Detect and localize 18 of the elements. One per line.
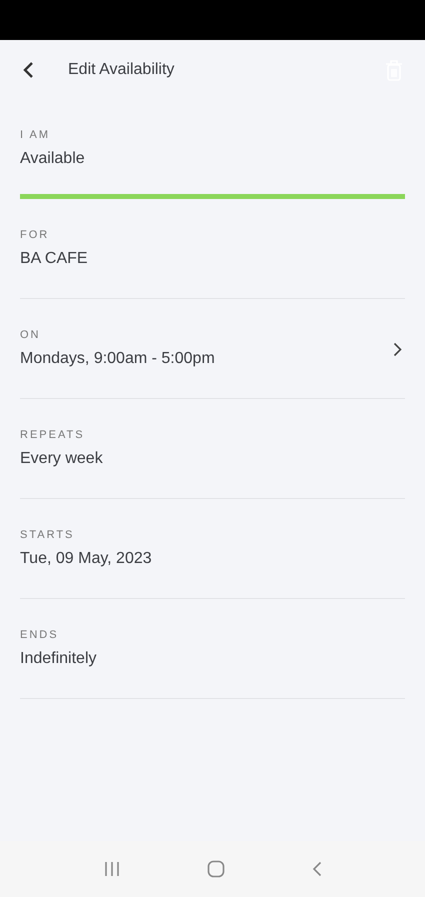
field-label: ON — [20, 329, 42, 341]
recent-apps-icon[interactable] — [103, 861, 122, 877]
field-label: ENDS — [20, 629, 60, 641]
field-label: FOR — [20, 229, 50, 241]
field-value: Indefinitely — [20, 650, 98, 668]
page-title: Edit Availability — [68, 61, 176, 79]
field-link[interactable]: ON Mondays, 9:00am - 5:00pm — [20, 299, 405, 399]
field-value: Mondays, 9:00am - 5:00pm — [20, 350, 216, 368]
field-label: STARTS — [20, 529, 76, 541]
field-value: BA CAFE — [20, 250, 89, 268]
field-value: Tue, 09 May, 2023 — [20, 550, 153, 568]
field-label: REPEATS — [20, 429, 86, 441]
chevron-right-icon — [393, 342, 402, 357]
field-label: I AM — [20, 129, 52, 141]
back-icon[interactable] — [22, 61, 34, 79]
home-icon[interactable] — [207, 860, 226, 878]
field-value: Available — [20, 150, 86, 168]
field-value: Every week — [20, 450, 104, 468]
